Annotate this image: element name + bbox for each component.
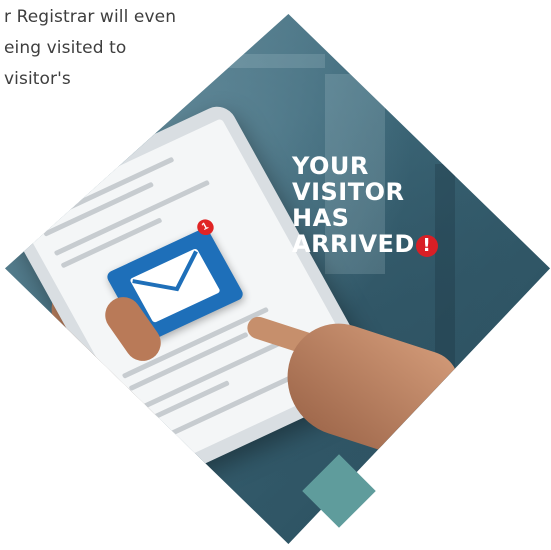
intro-line-2: eing visited to [4,38,127,58]
exclamation-badge: ! [415,235,438,257]
intro-line-3: visitor's [4,69,71,89]
headline-line-4: ARRIVED! [292,231,438,257]
background-blur [435,164,455,384]
headline-line-1: YOUR [292,152,369,180]
headline-word-arrived: ARRIVED [292,230,415,258]
intro-line-1: r Registrar will even [4,7,177,27]
headline: YOUR VISITOR HAS ARRIVED! [292,153,438,257]
background-blur [215,54,325,68]
headline-line-3: HAS [292,204,350,232]
intro-paragraph: r Registrar will even eing visited to vi… [0,2,200,95]
notification-badge: 1 [194,216,217,238]
screen-line [36,156,175,225]
headline-line-2: VISITOR [292,178,405,206]
